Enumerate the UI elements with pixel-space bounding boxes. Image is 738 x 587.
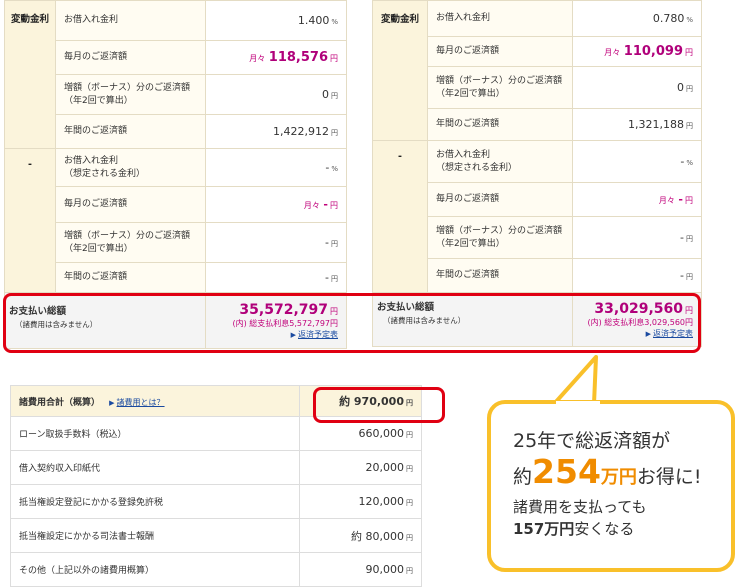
bonus2-label: 増額（ボーナス）分のご返済額 （年2回で算出） xyxy=(427,216,573,259)
callout-line4: 157万円安くなる xyxy=(513,520,635,538)
bonus2-value: -円 xyxy=(572,216,702,259)
bonus2-value: -円 xyxy=(205,222,347,263)
monthly2-label: 毎月のご返済額 xyxy=(427,182,573,217)
fee-row-value: 120,000 円 xyxy=(299,484,422,519)
annual2-value: -円 xyxy=(205,262,347,293)
bubble-tail xyxy=(552,355,598,405)
rate2-value: -% xyxy=(205,148,347,187)
rate2-label: お借入れ金利 （想定される金利） xyxy=(55,148,206,187)
fee-row-value: 90,000 円 xyxy=(299,552,422,587)
monthly-value: 月々 118,576 円 xyxy=(205,40,347,75)
rate-type-variable: 変動金利 xyxy=(372,0,428,141)
link-arrow-icon: ▶ xyxy=(109,398,115,407)
fee-row-label: ローン取扱手数料（税込） xyxy=(10,416,300,451)
annual-value: 1,422,912 円 xyxy=(205,114,347,149)
monthly2-value: 月々 -円 xyxy=(205,186,347,223)
rate2-value: -% xyxy=(572,140,702,183)
bonus-value: 0円 xyxy=(572,66,702,109)
rate-value: 1.400% xyxy=(205,0,347,41)
totals-highlight-box xyxy=(3,293,701,353)
fee-row-value: 20,000 円 xyxy=(299,450,422,485)
callout-line3: 諸費用を支払っても xyxy=(513,498,647,516)
rate-value: 0.780% xyxy=(572,0,702,37)
monthly-value: 月々 110,099 円 xyxy=(572,36,702,67)
rate-label: お借入れ金利 xyxy=(55,0,206,41)
callout-line1: 25年で総返済額が xyxy=(513,430,671,452)
fee-row-label: 抵当権設定登記にかかる登録免許税 xyxy=(10,484,300,519)
bonus-label: 増額（ボーナス）分のご返済額 （年2回で算出） xyxy=(55,74,206,115)
monthly-label: 毎月のご返済額 xyxy=(55,40,206,75)
monthly2-value: 月々 -円 xyxy=(572,182,702,217)
annual2-value: -円 xyxy=(572,258,702,293)
rate-type-dash: - xyxy=(372,140,428,293)
monthly-label: 毎月のご返済額 xyxy=(427,36,573,67)
rate2-label: お借入れ金利 （想定される金利） xyxy=(427,140,573,183)
annual-label: 年間のご返済額 xyxy=(427,108,573,141)
annual-label: 年間のご返済額 xyxy=(55,114,206,149)
savings-callout: 25年で総返済額が 約254万円お得に! 諸費用を支払っても 157万円安くなる xyxy=(487,400,735,572)
fees-highlight-box xyxy=(313,387,445,423)
bubble-tail-cover xyxy=(556,401,600,409)
rate-type-dash: - xyxy=(4,148,56,293)
bonus-value: 0円 xyxy=(205,74,347,115)
monthly2-label: 毎月のご返済額 xyxy=(55,186,206,223)
fees-total-label: 諸費用合計（概算） ▶ 諸費用とは？ xyxy=(10,385,300,417)
fees-about-link[interactable]: 諸費用とは？ xyxy=(117,398,165,407)
fee-row-label: その他（上記以外の諸費用概算） xyxy=(10,552,300,587)
annual2-label: 年間のご返済額 xyxy=(55,262,206,293)
rate-type-variable: 変動金利 xyxy=(4,0,56,149)
fee-row-label: 借入契約収入印紙代 xyxy=(10,450,300,485)
bonus2-label: 増額（ボーナス）分のご返済額 （年2回で算出） xyxy=(55,222,206,263)
fee-row-value: 約 80,000 円 xyxy=(299,518,422,553)
rate-label: お借入れ金利 xyxy=(427,0,573,37)
bonus-label: 増額（ボーナス）分のご返済額 （年2回で算出） xyxy=(427,66,573,109)
fee-row-label: 抵当権設定にかかる司法書士報酬 xyxy=(10,518,300,553)
annual2-label: 年間のご返済額 xyxy=(427,258,573,293)
callout-line2: 約254万円お得に! xyxy=(513,452,702,491)
annual-value: 1,321,188 円 xyxy=(572,108,702,141)
